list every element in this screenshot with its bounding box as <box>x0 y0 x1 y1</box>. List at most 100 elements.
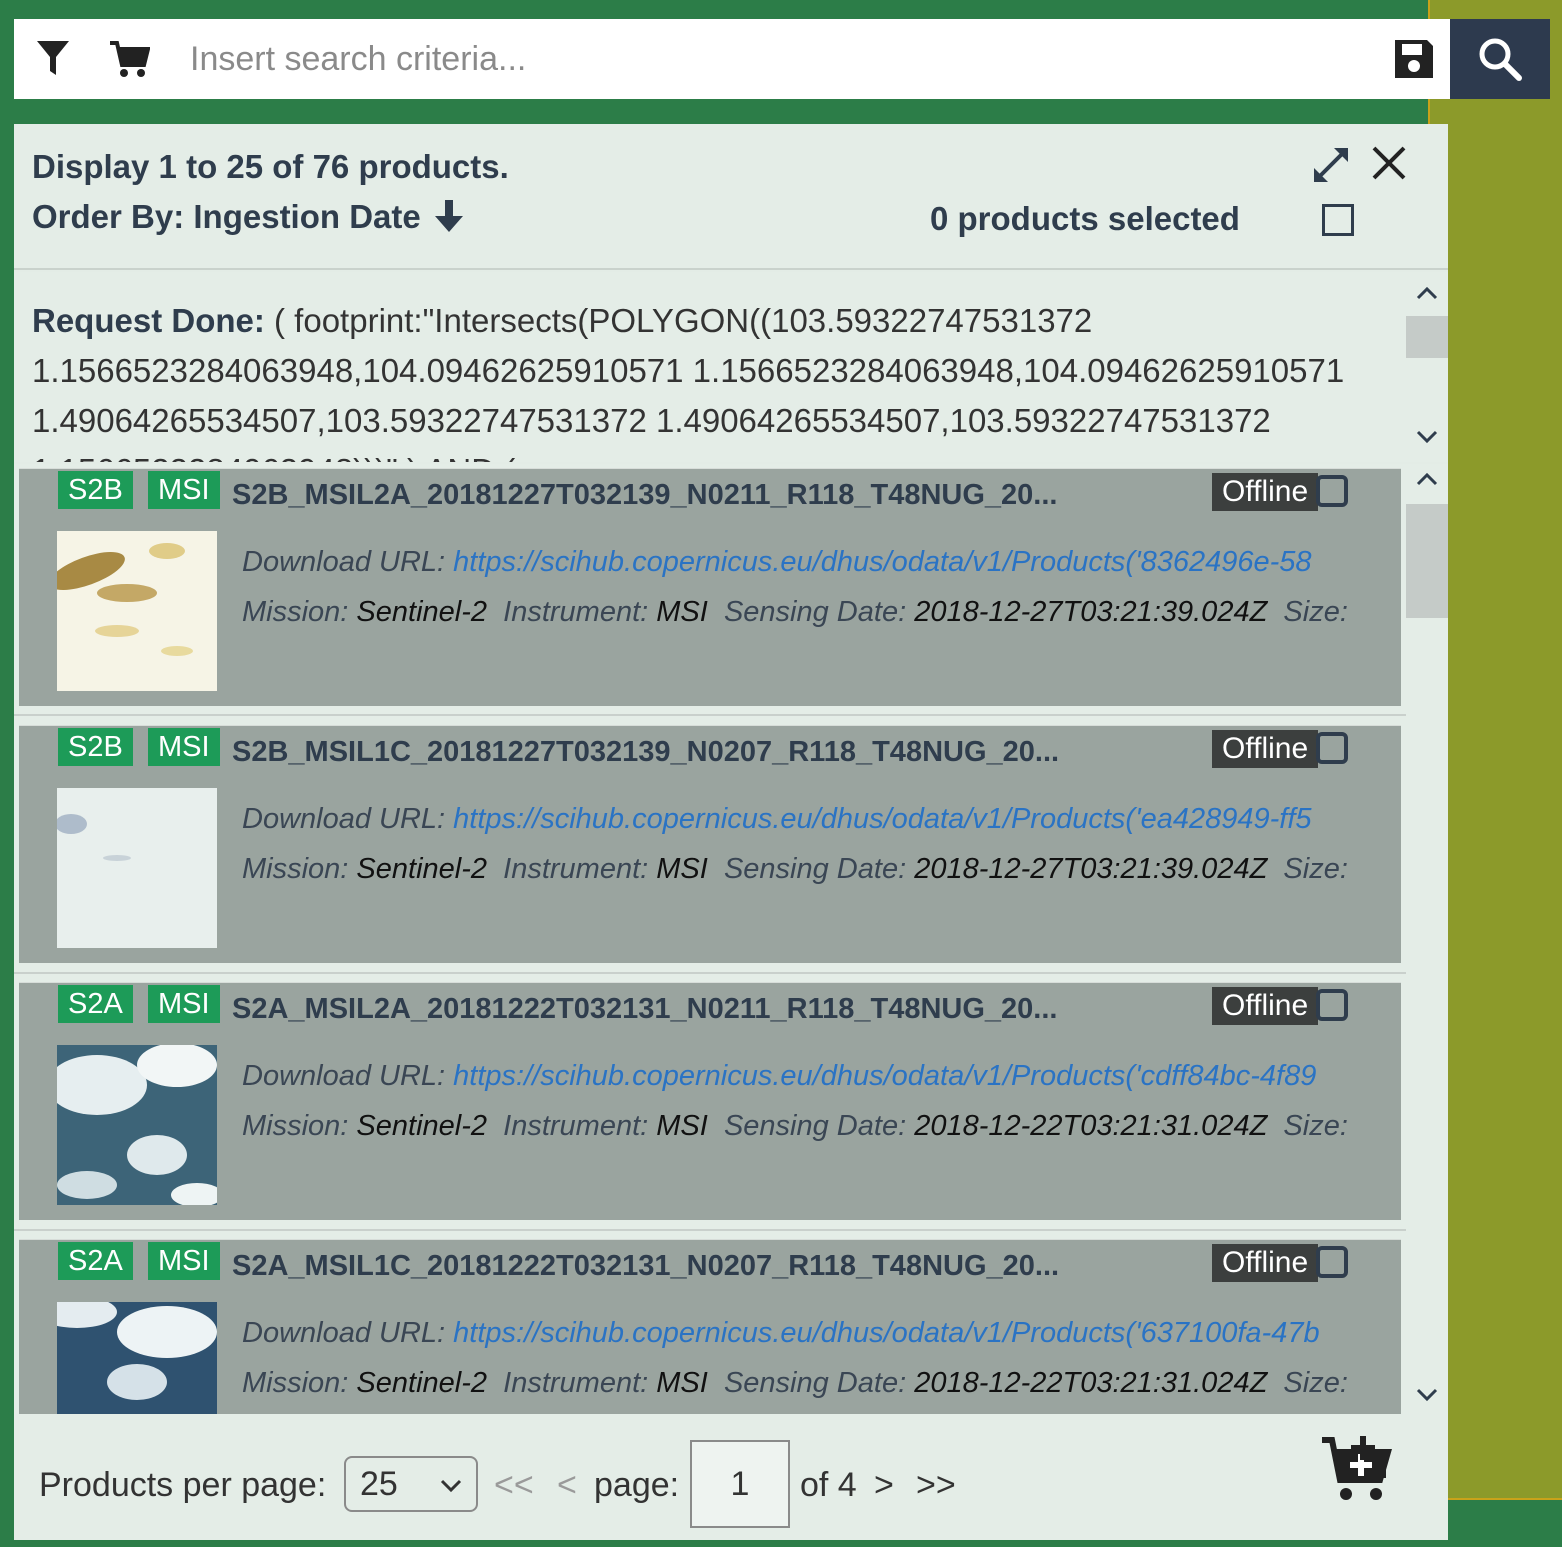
arrow-down-icon[interactable] <box>434 200 463 234</box>
product-checkbox[interactable] <box>1316 989 1348 1021</box>
divider <box>14 714 1406 716</box>
platform-badge: S2B <box>58 471 133 509</box>
instrument-value: MSI <box>656 1367 708 1399</box>
sensing-date-value: 2018-12-22T03:21:31.024Z <box>914 1110 1268 1142</box>
cart-plus-icon[interactable] <box>1320 1434 1392 1506</box>
product-checkbox[interactable] <box>1316 1246 1348 1278</box>
instrument-badge: MSI <box>148 1242 220 1280</box>
mission-value: Sentinel-2 <box>356 1110 488 1142</box>
product-checkbox[interactable] <box>1316 732 1348 764</box>
instrument-label: Instrument: <box>503 1110 649 1142</box>
instrument-badge: MSI <box>148 985 220 1023</box>
scrollbar-thumb[interactable] <box>1406 316 1448 358</box>
display-count: Display 1 to 25 of 76 products. <box>32 148 509 185</box>
sensing-date-value: 2018-12-27T03:21:39.024Z <box>914 596 1268 628</box>
filter-icon[interactable] <box>16 19 90 99</box>
divider <box>14 1229 1406 1231</box>
scrollbar-thumb[interactable] <box>1406 504 1448 618</box>
size-label: Size: <box>1283 596 1348 628</box>
first-page-button[interactable]: << <box>494 1466 534 1505</box>
panel-header: Display 1 to 25 of 76 products. Order By… <box>14 124 1448 270</box>
instrument-label: Instrument: <box>503 853 649 885</box>
download-url-label: Download URL: <box>242 546 446 578</box>
chevron-up-icon[interactable] <box>1415 468 1439 492</box>
results-panel: Display 1 to 25 of 76 products. Order By… <box>14 124 1448 1540</box>
product-thumbnail[interactable] <box>57 788 217 948</box>
status-badge: Offline <box>1212 987 1319 1025</box>
request-summary: Request Done: ( footprint:"Intersects(PO… <box>14 272 1406 462</box>
product-title[interactable]: S2B_MSIL2A_20181227T032139_N0211_R118_T4… <box>232 479 1057 512</box>
product-item[interactable]: S2A MSI S2A_MSIL2A_20181222T032131_N0211… <box>19 982 1401 1220</box>
page-input[interactable]: 1 <box>690 1440 790 1528</box>
product-thumbnail[interactable] <box>57 1302 217 1414</box>
search-button[interactable] <box>1450 19 1550 99</box>
product-title[interactable]: S2A_MSIL2A_20181222T032131_N0211_R118_T4… <box>232 993 1057 1026</box>
mission-label: Mission: <box>242 853 349 885</box>
close-icon[interactable] <box>1368 142 1410 184</box>
order-by[interactable]: Order By: Ingestion Date <box>32 198 463 236</box>
mission-label: Mission: <box>242 596 349 628</box>
product-details: Download URL: https://scihub.copernicus.… <box>242 1308 1352 1414</box>
product-list: S2B MSI S2B_MSIL2A_20181227T032139_N0211… <box>14 464 1406 1414</box>
pagination-footer: Products per page: 25 << < page: 1 of 4 … <box>14 1414 1448 1540</box>
size-label: Size: <box>1283 1367 1348 1399</box>
product-thumbnail[interactable] <box>57 1045 217 1205</box>
sensing-date-value: 2018-12-22T03:21:31.024Z <box>914 1367 1268 1399</box>
divider <box>14 972 1406 974</box>
search-icon <box>1479 38 1522 81</box>
request-scrollbar[interactable] <box>1406 272 1448 462</box>
size-label: Size: <box>1283 853 1348 885</box>
mission-value: Sentinel-2 <box>356 1367 488 1399</box>
search-bar <box>14 19 1550 99</box>
product-details: Download URL: https://scihub.copernicus.… <box>242 794 1352 914</box>
download-url-link[interactable]: https://scihub.copernicus.eu/dhus/odata/… <box>453 803 1311 835</box>
chevron-down-icon <box>440 1479 462 1493</box>
mission-label: Mission: <box>242 1110 349 1142</box>
download-url-link[interactable]: https://scihub.copernicus.eu/dhus/odata/… <box>453 546 1311 578</box>
instrument-badge: MSI <box>148 728 220 766</box>
last-page-button[interactable]: >> <box>916 1466 956 1505</box>
product-title[interactable]: S2B_MSIL1C_20181227T032139_N0207_R118_T4… <box>232 736 1059 769</box>
sensing-date-label: Sensing Date: <box>723 596 907 628</box>
map-region <box>1428 0 1562 1500</box>
chevron-down-icon[interactable] <box>1415 424 1439 448</box>
per-page-value: 25 <box>360 1465 398 1503</box>
download-url-label: Download URL: <box>242 803 446 835</box>
next-page-button[interactable]: > <box>874 1466 894 1505</box>
instrument-label: Instrument: <box>503 596 649 628</box>
product-thumbnail[interactable] <box>57 531 217 691</box>
list-scrollbar[interactable] <box>1406 464 1448 1414</box>
product-item[interactable]: S2A MSI S2A_MSIL1C_20181222T032131_N0207… <box>19 1239 1401 1414</box>
product-checkbox[interactable] <box>1316 475 1348 507</box>
selected-count: 0 products selected <box>930 200 1240 237</box>
product-item[interactable]: S2B MSI S2B_MSIL1C_20181227T032139_N0207… <box>19 725 1401 963</box>
prev-page-button[interactable]: < <box>557 1466 577 1505</box>
save-icon[interactable] <box>1374 19 1454 99</box>
sensing-date-label: Sensing Date: <box>723 853 907 885</box>
download-url-label: Download URL: <box>242 1060 446 1092</box>
chevron-down-icon[interactable] <box>1415 1382 1439 1406</box>
download-url-link[interactable]: https://scihub.copernicus.eu/dhus/odata/… <box>453 1060 1316 1092</box>
mission-value: Sentinel-2 <box>356 853 488 885</box>
product-title[interactable]: S2A_MSIL1C_20181222T032131_N0207_R118_T4… <box>232 1250 1059 1283</box>
download-url-link[interactable]: https://scihub.copernicus.eu/dhus/odata/… <box>453 1317 1319 1349</box>
order-by-label: Order By: Ingestion Date <box>32 198 421 235</box>
instrument-badge: MSI <box>148 471 220 509</box>
select-all-checkbox[interactable] <box>1322 204 1354 236</box>
per-page-select[interactable]: 25 <box>344 1456 478 1512</box>
status-badge: Offline <box>1212 1244 1319 1282</box>
expand-icon[interactable] <box>1310 144 1352 186</box>
cart-icon[interactable] <box>92 19 166 99</box>
platform-badge: S2A <box>58 1242 133 1280</box>
download-url-label: Download URL: <box>242 1317 446 1349</box>
chevron-up-icon[interactable] <box>1415 282 1439 306</box>
product-details: Download URL: https://scihub.copernicus.… <box>242 537 1352 657</box>
platform-badge: S2B <box>58 728 133 766</box>
page-label: page: <box>594 1466 680 1504</box>
mission-value: Sentinel-2 <box>356 596 488 628</box>
product-item[interactable]: S2B MSI S2B_MSIL2A_20181227T032139_N0211… <box>19 468 1401 706</box>
per-page-label: Products per page: <box>39 1466 327 1504</box>
search-input[interactable] <box>178 21 1214 97</box>
page-total: of 4 <box>800 1466 857 1504</box>
product-details: Download URL: https://scihub.copernicus.… <box>242 1051 1352 1171</box>
